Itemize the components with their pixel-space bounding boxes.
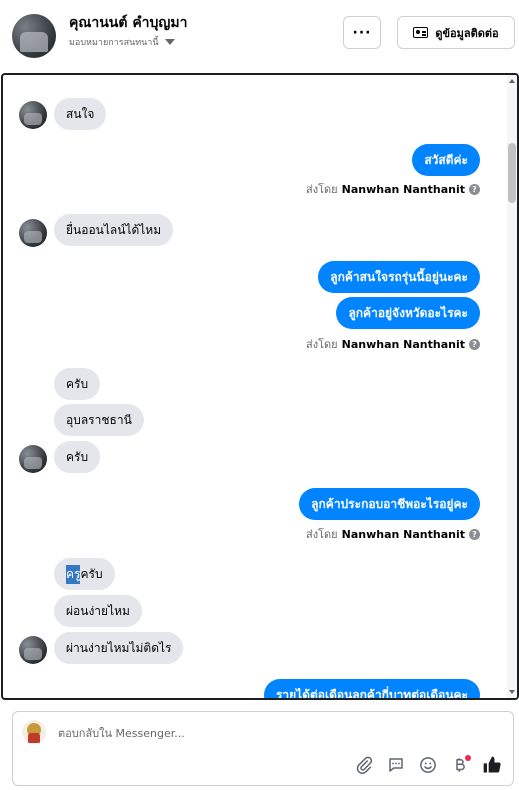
caret-down-icon <box>164 39 175 45</box>
view-contact-button[interactable]: ดูข้อมูลติดต่อ <box>397 16 515 49</box>
sender-name: Nanwhan Nanthanit <box>341 182 465 196</box>
selected-text: ครู <box>66 564 81 584</box>
incoming-message[interactable]: ผ่อนง่ายไหม <box>54 595 142 627</box>
incoming-message[interactable]: ครับ <box>54 368 101 400</box>
sent-by-label: ส่งโดย Nanwhan Nanthanit ? <box>306 336 480 352</box>
contact-avatar-small <box>19 219 47 247</box>
sender-name: Nanwhan Nanthanit <box>341 337 465 351</box>
outgoing-message[interactable]: ลูกค้าอยู่จังหวัดอะไรคะ <box>336 297 480 329</box>
incoming-message[interactable]: ครู ครับ <box>54 558 115 590</box>
help-icon[interactable]: ? <box>469 338 480 350</box>
sent-by-prefix: ส่งโดย <box>306 183 338 196</box>
incoming-message[interactable]: ครับ <box>54 441 101 473</box>
scroll-thumb[interactable] <box>508 143 516 203</box>
sender-name: Nanwhan Nanthanit <box>341 527 465 541</box>
scroll-down-arrow-icon[interactable] <box>509 690 515 694</box>
paperclip-icon[interactable] <box>353 754 375 776</box>
scroll-up-arrow-icon[interactable] <box>509 79 515 83</box>
contact-avatar[interactable] <box>12 14 56 58</box>
contact-card-icon <box>413 27 429 38</box>
incoming-message[interactable]: ยื่นออนไลน์ได้ไหม <box>54 214 174 246</box>
incoming-message[interactable]: ผ่านง่ายไหมไม่ติดไร <box>54 632 184 664</box>
incoming-message[interactable]: อุบลราชธานี <box>54 404 144 436</box>
sent-by-label: ส่งโดย Nanwhan Nanthanit ? <box>306 181 480 197</box>
sent-by-prefix: ส่งโดย <box>306 338 338 351</box>
more-options-button[interactable]: ··· <box>343 16 381 49</box>
assign-conversation-dropdown[interactable]: มอบหมายการสนทนานี้ <box>69 35 175 49</box>
incoming-message[interactable]: สนใจ <box>54 98 107 130</box>
message-text: ครับ <box>80 566 103 581</box>
smiley-icon[interactable] <box>417 754 439 776</box>
assign-conversation-label: มอบหมายการสนทนานี้ <box>69 38 159 48</box>
thumbs-up-icon[interactable] <box>481 754 503 776</box>
message-thread[interactable]: สนใจ สวัสดีค่ะ ส่งโดย Nanwhan Nanthanit … <box>1 73 519 700</box>
reply-composer <box>12 711 514 786</box>
outgoing-message[interactable]: รายได้ต่อเดือนลูกค้ากี่บาทต่อเดือนคะ <box>263 679 480 698</box>
contact-avatar-small <box>19 445 47 473</box>
view-contact-label: ดูข้อมูลติดต่อ <box>435 26 499 40</box>
conversation-header: คุณานนต์ คำบุญมา มอบหมายการสนทนานี้ ··· … <box>0 0 519 70</box>
outgoing-message[interactable]: ลูกค้าประกอบอาชีพอะไรอยู่คะ <box>299 488 480 520</box>
reply-input[interactable] <box>58 724 478 742</box>
baht-icon[interactable] <box>449 754 471 776</box>
sent-by-label: ส่งโดย Nanwhan Nanthanit ? <box>306 526 480 542</box>
help-icon[interactable]: ? <box>469 528 480 540</box>
scrollbar[interactable] <box>507 75 517 698</box>
contact-avatar-small <box>19 101 47 129</box>
outgoing-message[interactable]: สวัสดีค่ะ <box>412 144 480 176</box>
page-avatar <box>22 720 46 744</box>
outgoing-message[interactable]: ลูกค้าสนใจรถรุ่นนี้อยู่นะคะ <box>318 261 480 293</box>
notification-dot <box>465 755 471 761</box>
chat-bubble-icon[interactable] <box>385 754 407 776</box>
contact-name[interactable]: คุณานนต์ คำบุญมา <box>69 12 187 34</box>
help-icon[interactable]: ? <box>469 183 480 195</box>
contact-avatar-small <box>19 636 47 664</box>
sent-by-prefix: ส่งโดย <box>306 528 338 541</box>
